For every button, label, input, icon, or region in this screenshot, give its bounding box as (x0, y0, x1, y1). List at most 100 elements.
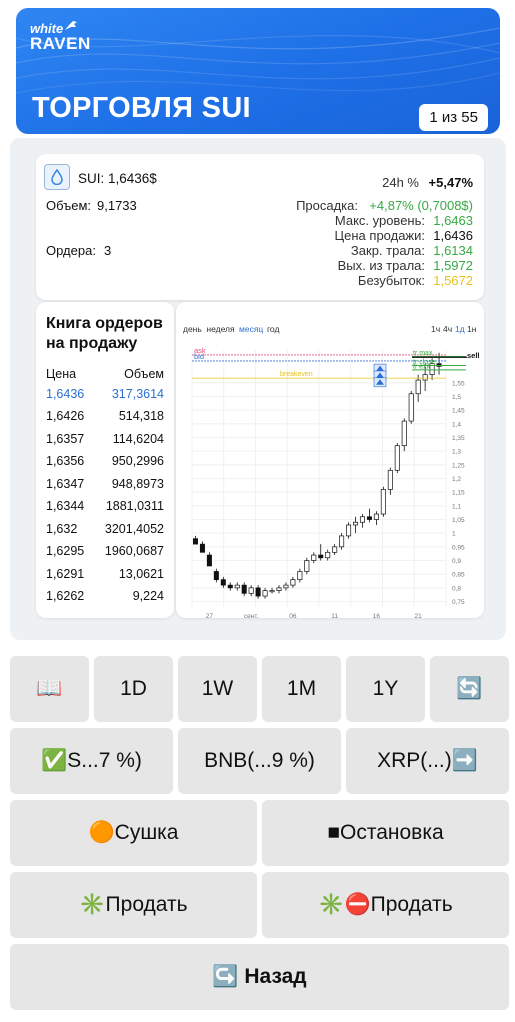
row-volume: 948,8973 (111, 477, 164, 491)
back-button[interactable]: ↪️ Назад (10, 944, 509, 1010)
candle-body (192, 538, 198, 545)
close-trail-value: 1,6134 (433, 243, 473, 258)
candle-body (304, 560, 310, 572)
y-tick-label: 1,25 (452, 462, 465, 469)
price-chart: день неделя месяц год 1ч 4ч 1д 1н 1,55 1,5 1,45 1,4… (176, 302, 484, 618)
candle-body (332, 546, 338, 553)
candle-body (339, 535, 345, 548)
change-label: 24h % (382, 175, 419, 190)
candle-body (394, 445, 400, 471)
pair-sui-button[interactable]: ✅S...7 %) (10, 728, 173, 794)
candle-body (359, 516, 366, 523)
refresh-button[interactable]: 🔄 (430, 656, 509, 722)
period-1d-button[interactable]: 1D (94, 656, 173, 722)
row-volume: 9,224 (132, 589, 164, 603)
candlestick-chart: день неделя месяц год 1ч 4ч 1д 1н 1,55 1,5 1,45 1,4… (183, 324, 480, 618)
period-1w-button[interactable]: 1W (178, 656, 257, 722)
table-row: 1,6295 1960,0687 (46, 544, 164, 566)
change-value: +5,47% (428, 175, 473, 190)
table-row: 1,6344 1881,0311 (46, 499, 164, 521)
sell-button[interactable]: ✳️Продать (10, 872, 257, 938)
row-volume: 13,0621 (118, 567, 164, 581)
orders-value: 3 (104, 243, 112, 258)
page-title: ТОРГОВЛЯ SUI (32, 92, 251, 124)
y-tick-label: 0,9 (452, 558, 461, 565)
pair-bnb-button[interactable]: BNB(...9 %) (178, 728, 341, 794)
candle-body (373, 513, 379, 520)
candle-body (276, 587, 282, 591)
max-level-label: Макс. уровень: (334, 213, 425, 228)
period-1y-button[interactable]: 1Y (346, 656, 425, 722)
period-1m-button[interactable]: 1M (262, 656, 341, 722)
col-price-header: Цена (46, 367, 77, 381)
pair-bnb-label: BNB(...9 %) (204, 749, 315, 772)
period-1d-label: 1D (120, 677, 147, 700)
y-tick-label: 0,85 (452, 572, 465, 579)
sell-label: ✳️Продать (79, 893, 188, 916)
breakeven-value: 1,5672 (433, 273, 473, 288)
row-volume: 514,318 (118, 409, 164, 423)
candle-body (227, 584, 233, 589)
volume-value: 9,1733 (97, 198, 137, 213)
row-price: 1,6357 (46, 432, 85, 446)
volume-label: Объем: (46, 198, 92, 213)
sell-stop-button[interactable]: ✳️⛔Продать (262, 872, 509, 938)
row-volume: 114,6204 (112, 432, 164, 446)
candle-body (269, 590, 275, 593)
x-tick-label: сент. (244, 613, 259, 618)
y-tick-label: 1,05 (452, 517, 465, 524)
period-1m-label: 1M (286, 677, 317, 700)
y-tick-label: 1,15 (452, 490, 465, 497)
table-row: 1,6436 317,3614 (46, 387, 164, 409)
exit-trail-label: Вых. из трала: (337, 258, 425, 273)
table-row: 1,6356 950,2996 (46, 454, 164, 476)
raven-icon (65, 21, 77, 30)
pair-xrp-label: XRP(...)➡️ (377, 749, 478, 772)
level-label-breakeven: breakeven (280, 371, 313, 378)
y-tick-label: 0,95 (452, 544, 465, 551)
y-tick-label: 1,3 (452, 449, 461, 456)
y-tick-label: 1,2 (452, 476, 461, 483)
candle-body (311, 554, 317, 561)
candle-body (199, 543, 205, 553)
candle-body (325, 551, 331, 559)
book-icon: 📖 (36, 677, 63, 700)
row-price: 1,6356 (46, 454, 85, 468)
order-book-header: Цена Объем (46, 367, 164, 389)
pair-sui-label: ✅S...7 %) (41, 749, 142, 772)
candle-body (290, 579, 296, 586)
interval-tab: 1н (467, 324, 477, 334)
stop-button[interactable]: ■Остановка (262, 800, 509, 866)
x-tick-label: 16 (373, 613, 381, 618)
order-book-button[interactable]: 📖 (10, 656, 89, 722)
y-tick-label: 1,1 (452, 503, 461, 510)
candle-body (297, 571, 303, 581)
pair-xrp-button[interactable]: XRP(...)➡️ (346, 728, 509, 794)
row-price: 1,6426 (46, 409, 85, 423)
period-tab: день (183, 324, 202, 334)
candle-body (248, 587, 254, 594)
candle-body (415, 379, 421, 395)
y-tick-label: 1 (452, 531, 456, 538)
dry-button[interactable]: 🟠Сушка (10, 800, 257, 866)
table-row: 1,6357 114,6204 (46, 432, 164, 454)
screen: white RAVEN ТОРГОВЛЯ SUI 1 из 55 SUI: 1,… (0, 0, 515, 1022)
candle-body (220, 579, 226, 586)
pair-price: SUI: 1,6436$ (78, 171, 157, 186)
order-book-title-line2: на продажу (46, 335, 138, 352)
row-volume: 3201,4052 (104, 522, 164, 536)
candle-body (387, 469, 393, 490)
period-tab: год (267, 324, 279, 334)
row-price: 1,6291 (46, 567, 85, 581)
logo: white RAVEN (30, 22, 91, 52)
sell-stop-label: ✳️⛔Продать (318, 893, 453, 916)
candle-body (346, 524, 352, 537)
candle-body (241, 584, 247, 594)
row-price: 1,6344 (46, 499, 85, 513)
col-volume-header: Объем (124, 367, 164, 381)
exit-trail-value: 1,5972 (433, 258, 473, 273)
level-label-tr-exit: tr exit (413, 363, 430, 370)
drawdown-value: +4,87% (0,7008$) (369, 198, 473, 213)
order-book: Книга ордеров на продажу Цена Объем 1,64… (36, 302, 174, 618)
table-row: 1,6291 13,0621 (46, 567, 164, 589)
